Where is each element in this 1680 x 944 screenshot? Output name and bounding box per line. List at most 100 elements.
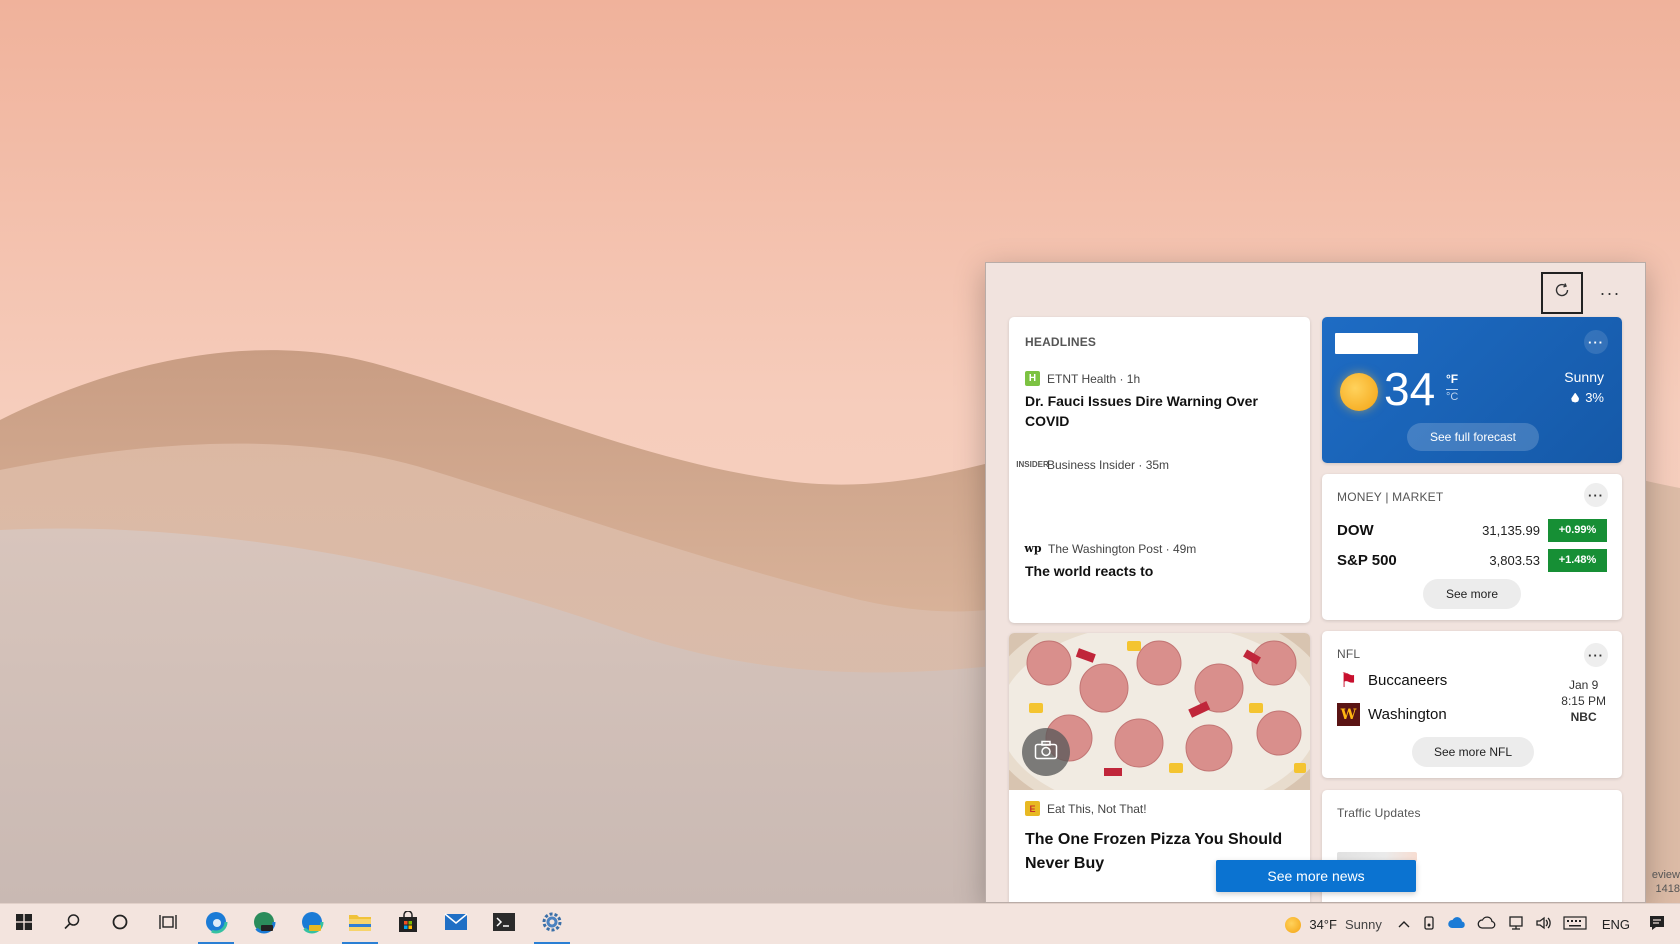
system-tray: 34°F Sunny ENG — [1275, 904, 1680, 944]
taskbar-app-mail[interactable] — [432, 904, 480, 944]
task-view-button[interactable] — [144, 904, 192, 944]
unit-fahrenheit[interactable]: °F — [1446, 372, 1458, 386]
refresh-icon — [1553, 281, 1571, 305]
taskbar: 34°F Sunny ENG — [0, 903, 1680, 944]
camera-button[interactable] — [1022, 728, 1070, 776]
cloud-outline-icon — [1477, 916, 1497, 933]
network-button[interactable] — [1502, 904, 1530, 944]
buccaneers-logo: ⚑ — [1339, 670, 1358, 692]
tray-app-button[interactable] — [1416, 904, 1442, 944]
nfl-more-button[interactable]: ··· — [1584, 643, 1608, 667]
weather-temperature: 34 — [1384, 363, 1436, 415]
windows-icon — [16, 913, 32, 935]
taskbar-app-store[interactable] — [384, 904, 432, 944]
volume-button[interactable] — [1530, 904, 1558, 944]
folder-icon — [348, 912, 372, 937]
stock-row[interactable]: S&P 500 3,803.53 +1.48% — [1337, 548, 1607, 572]
onedrive-button[interactable] — [1442, 904, 1472, 944]
stock-name: DOW — [1337, 521, 1374, 539]
edge-dev-icon — [252, 910, 276, 939]
mail-icon — [444, 912, 468, 936]
headline-source: The Washington Post · 49m — [1048, 541, 1197, 556]
panel-more-button[interactable]: ··· — [1592, 277, 1628, 309]
refresh-button[interactable] — [1541, 272, 1583, 314]
edge-canary-icon — [300, 910, 324, 939]
taskbar-weather-temp: 34°F — [1309, 917, 1337, 932]
weather-condition: Sunny — [1564, 369, 1604, 385]
raindrop-icon — [1571, 392, 1580, 403]
stock-row[interactable]: DOW 31,135.99 +0.99% — [1337, 518, 1607, 542]
nfl-label: NFL — [1337, 647, 1361, 661]
stock-value: 31,135.99 — [1482, 522, 1540, 538]
task-view-icon — [158, 913, 178, 936]
device-icon — [1421, 915, 1437, 934]
stock-value: 3,803.53 — [1489, 552, 1540, 568]
eat-this-logo: E — [1025, 801, 1040, 816]
stock-change: +0.99% — [1548, 518, 1607, 542]
team-row[interactable]: ⚑ Buccaneers — [1337, 669, 1448, 692]
search-button[interactable] — [48, 904, 96, 944]
precipitation: 3% — [1571, 390, 1604, 405]
keyboard-icon — [1563, 916, 1587, 933]
store-icon — [397, 909, 419, 938]
taskbar-app-edge-canary[interactable] — [288, 904, 336, 944]
start-button[interactable] — [0, 904, 48, 944]
feature-story-source: Eat This, Not That! — [1047, 801, 1147, 816]
weather-more-button[interactable]: ··· — [1584, 330, 1608, 354]
headline-item[interactable]: INSIDER Business Insider · 35m — [1016, 457, 1294, 472]
touch-keyboard-button[interactable] — [1558, 904, 1592, 944]
team-name: Washington — [1368, 706, 1447, 723]
speaker-icon — [1535, 915, 1553, 934]
game-time: 8:15 PM — [1561, 694, 1606, 708]
panel-header: ··· — [986, 263, 1645, 318]
watermark-line: eview — [1651, 869, 1680, 881]
gear-icon — [541, 911, 563, 938]
headline-title[interactable]: Dr. Fauci Issues Dire Warning Over COVID — [1025, 391, 1294, 431]
search-icon — [63, 913, 81, 936]
stock-name: S&P 500 — [1337, 551, 1397, 569]
taskbar-app-edge[interactable] — [192, 904, 240, 944]
build-watermark: eview 1418 — [1652, 868, 1680, 896]
game-network: NBC — [1570, 710, 1597, 724]
cortana-button[interactable] — [96, 904, 144, 944]
market-more-button[interactable]: ··· — [1584, 483, 1608, 507]
pizza-image[interactable] — [1009, 633, 1310, 790]
news-weather-button[interactable]: 34°F Sunny — [1275, 904, 1391, 944]
onedrive-personal-button[interactable] — [1472, 904, 1502, 944]
news-and-interests-panel: ··· HEADLINES H ETNT Health · 1h Dr. Fau… — [985, 262, 1646, 903]
terminal-icon — [492, 912, 516, 937]
precipitation-value: 3% — [1585, 390, 1604, 405]
washington-post-logo: wp — [1024, 542, 1042, 555]
taskbar-app-edge-dev[interactable] — [240, 904, 288, 944]
taskbar-app-terminal[interactable] — [480, 904, 528, 944]
cortana-icon — [111, 913, 129, 936]
see-more-market-button[interactable]: See more — [1423, 579, 1521, 609]
taskbar-app-file-explorer[interactable] — [336, 904, 384, 944]
input-language-button[interactable]: ENG — [1592, 904, 1640, 944]
taskbar-app-settings[interactable] — [528, 904, 576, 944]
see-full-forecast-button[interactable]: See full forecast — [1407, 423, 1539, 451]
watermark-line: 1418 — [1655, 883, 1680, 895]
headline-item[interactable]: H ETNT Health · 1h Dr. Fauci Issues Dire… — [1025, 371, 1294, 431]
headline-title[interactable]: The world reacts to — [1025, 561, 1294, 581]
business-insider-logo: INSIDER — [1016, 460, 1049, 469]
see-more-nfl-button[interactable]: See more NFL — [1412, 737, 1534, 767]
team-row[interactable]: W Washington — [1337, 703, 1447, 726]
sun-icon — [1285, 916, 1302, 933]
team-name: Buccaneers — [1368, 672, 1448, 689]
headline-source: Business Insider · 35m — [1047, 457, 1170, 472]
see-more-news-button[interactable]: See more news — [1216, 860, 1416, 892]
action-center-button[interactable] — [1640, 904, 1680, 944]
headline-item[interactable]: wp The Washington Post · 49m The world r… — [1024, 541, 1294, 581]
unit-celsius[interactable]: °C — [1446, 389, 1459, 403]
cloud-icon — [1447, 916, 1467, 933]
chevron-up-icon — [1397, 917, 1411, 932]
nfl-card: NFL ··· ⚑ Buccaneers W Washington Jan 9 … — [1322, 631, 1622, 778]
game-info: Jan 9 8:15 PM NBC — [1561, 677, 1606, 725]
taskbar-weather-condition: Sunny — [1344, 917, 1382, 932]
show-hidden-icons-button[interactable] — [1392, 904, 1416, 944]
weather-card[interactable]: ··· 34 °F °C Sunny 3% See full forecast — [1322, 317, 1622, 463]
location-redacted — [1335, 333, 1418, 354]
washington-logo: W — [1337, 703, 1360, 726]
headline-source: ETNT Health · 1h — [1047, 371, 1141, 386]
